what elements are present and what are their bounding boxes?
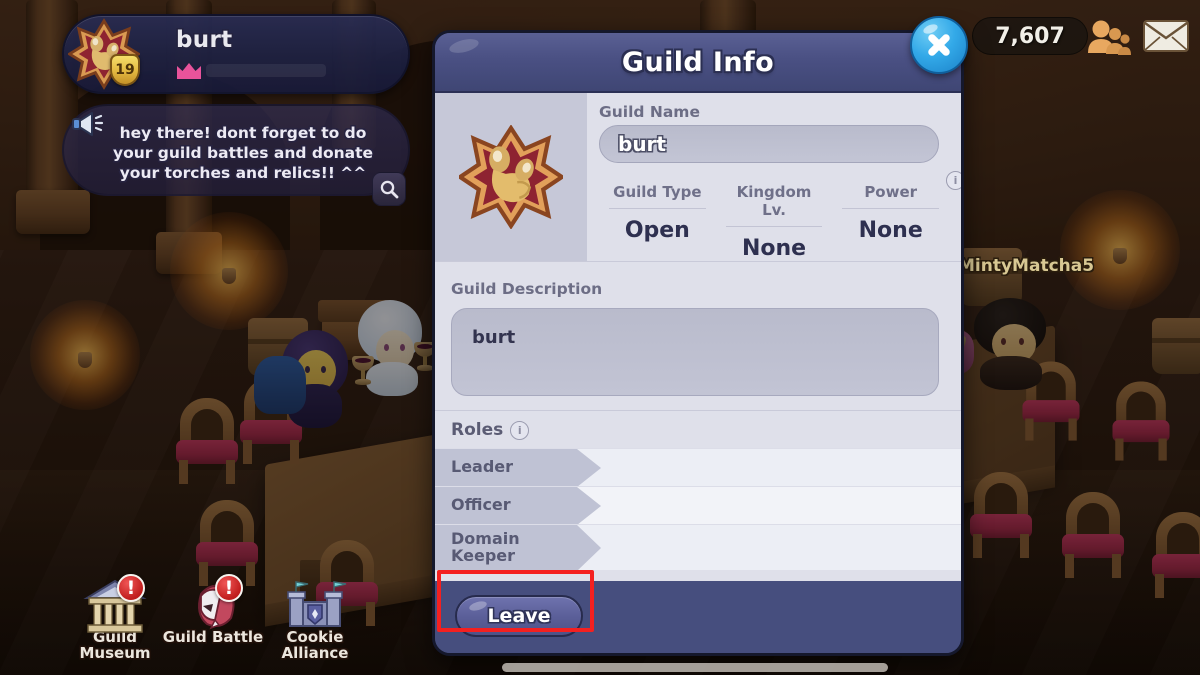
modal-header: Guild Info (435, 33, 961, 93)
table-row[interactable]: Domain Keeper (435, 524, 961, 571)
stat-guild-type: Guild Type Open (599, 177, 716, 261)
modal-footer: Leave (435, 581, 961, 653)
stat-value: None (741, 236, 807, 261)
announcement-text: hey there! dont forget to do your guild … (112, 124, 374, 182)
guild-emblem-column (435, 93, 587, 261)
player-info-bar[interactable]: 19 burt (62, 14, 410, 94)
alert-badge: ! (215, 574, 243, 602)
close-button[interactable] (910, 16, 968, 74)
stat-label: Power (842, 183, 940, 209)
friends-icon[interactable] (1085, 17, 1131, 57)
stat-label: Kingdom Lv. (725, 183, 823, 227)
magnifier-icon (380, 180, 399, 199)
player-level-badge: 19 (110, 54, 140, 86)
currency-value: 7,607 (995, 23, 1065, 49)
role-name: Officer (451, 495, 511, 515)
guild-description-label: Guild Description (451, 280, 603, 298)
guild-name-label: Guild Name (599, 103, 700, 121)
guild-star-emblem-icon (456, 124, 566, 230)
currency-counter[interactable]: 7,607 (972, 17, 1088, 55)
nav-label-line2: Museum (79, 643, 151, 662)
guild-identity-row: Guild Name burt Guild Type Open Kingdom … (435, 93, 961, 261)
table-row[interactable]: Officer (435, 486, 961, 525)
guild-stats-strip: Guild Type Open Kingdom Lv. None Power N… (587, 171, 961, 261)
roles-header: Roles i (435, 410, 961, 448)
modal-title: Guild Info (621, 46, 775, 78)
bottom-scroll-bar[interactable] (502, 663, 888, 672)
guild-description-section: Guild Description burt (435, 261, 961, 410)
castle-icon (283, 578, 347, 636)
table-row[interactable]: Leader (435, 448, 961, 487)
role-tag: Officer (435, 487, 601, 525)
modal-body: Guild Name burt Guild Type Open Kingdom … (435, 93, 961, 587)
leave-button-label: Leave (487, 605, 551, 627)
role-tag: Domain Keeper (435, 525, 601, 571)
stat-power: Power None (832, 177, 949, 261)
close-x-icon (928, 34, 950, 56)
player-rank-bar (206, 64, 326, 77)
museum-icon: ! (83, 574, 147, 636)
guild-name-input[interactable]: burt (599, 125, 939, 163)
guild-name-value: burt (618, 132, 666, 156)
guild-name-column: Guild Name burt Guild Type Open Kingdom … (587, 93, 961, 261)
nav-cookie-alliance[interactable]: Cookie Alliance (262, 578, 368, 661)
battle-helmet-icon: ! (181, 574, 245, 636)
role-name-line2: Keeper (451, 545, 516, 565)
alert-badge: ! (117, 574, 145, 602)
guild-info-modal: Guild Info Guild Name burt Guild Type Op… (432, 30, 964, 656)
stat-kingdom-level: Kingdom Lv. None (716, 177, 833, 261)
announcement-search-button[interactable] (372, 172, 406, 206)
world-player-name-label: MintyMatcha5 (958, 256, 1095, 276)
crown-icon (176, 62, 202, 80)
role-name: Leader (451, 457, 514, 477)
role-tag: Leader (435, 449, 601, 487)
stats-info-icon[interactable]: i (946, 171, 961, 190)
game-screen: 19 burt hey there! dont forget to do you… (0, 0, 1200, 675)
guild-description-value: burt (472, 327, 516, 348)
stat-label: Guild Type (609, 183, 706, 209)
roles-info-icon[interactable]: i (510, 420, 530, 440)
nav-guild-battle[interactable]: ! Guild Battle (160, 574, 266, 646)
nav-guild-museum[interactable]: ! Guild Museum (62, 574, 168, 662)
leave-button[interactable]: Leave (455, 595, 583, 637)
player-name: burt (176, 27, 233, 53)
stat-value: None (858, 218, 923, 243)
guild-description-box[interactable]: burt (451, 308, 939, 396)
mail-envelope-icon[interactable] (1142, 18, 1190, 54)
roles-label: Roles (451, 420, 504, 440)
role-name: Domain Keeper (451, 531, 520, 564)
nav-label-line2: Alliance (281, 643, 349, 662)
guild-announcement[interactable]: hey there! dont forget to do your guild … (62, 104, 410, 196)
guild-emblem (456, 124, 566, 230)
stat-value: Open (624, 218, 690, 243)
